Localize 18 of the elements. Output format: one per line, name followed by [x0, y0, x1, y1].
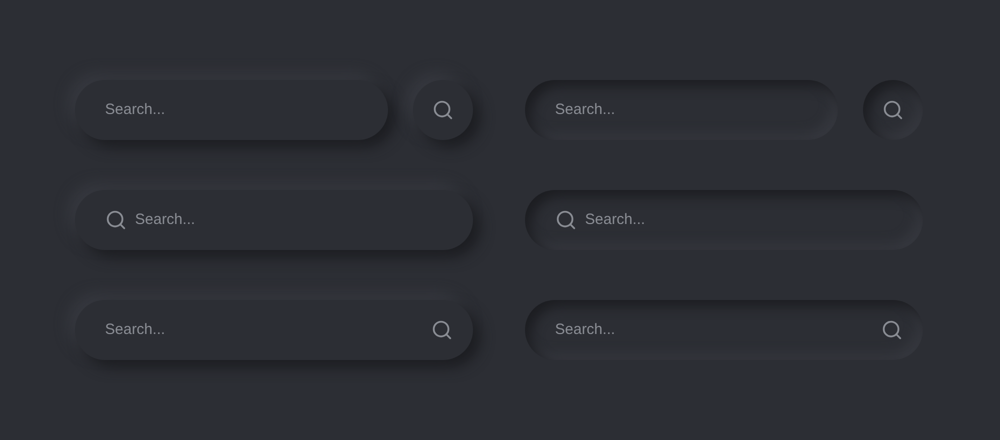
search-input[interactable]: Search... [555, 318, 873, 342]
search-field[interactable]: Search... [525, 300, 923, 360]
search-input[interactable]: Search... [105, 318, 423, 342]
search-icon [882, 99, 904, 121]
search-field[interactable]: Search... [525, 190, 923, 250]
search-input[interactable]: Search... [585, 208, 893, 232]
search-field[interactable]: Search... [75, 300, 473, 360]
search-icon [432, 99, 454, 121]
search-input[interactable]: Search... [105, 98, 358, 122]
search-field[interactable]: Search... [75, 80, 388, 140]
search-input[interactable]: Search... [135, 208, 443, 232]
search-icon [431, 319, 453, 341]
search-field[interactable]: Search... [525, 80, 838, 140]
search-field[interactable]: Search... [75, 190, 473, 250]
search-icon [881, 319, 903, 341]
search-icon [105, 209, 127, 231]
search-icon [555, 209, 577, 231]
search-input[interactable]: Search... [555, 98, 808, 122]
